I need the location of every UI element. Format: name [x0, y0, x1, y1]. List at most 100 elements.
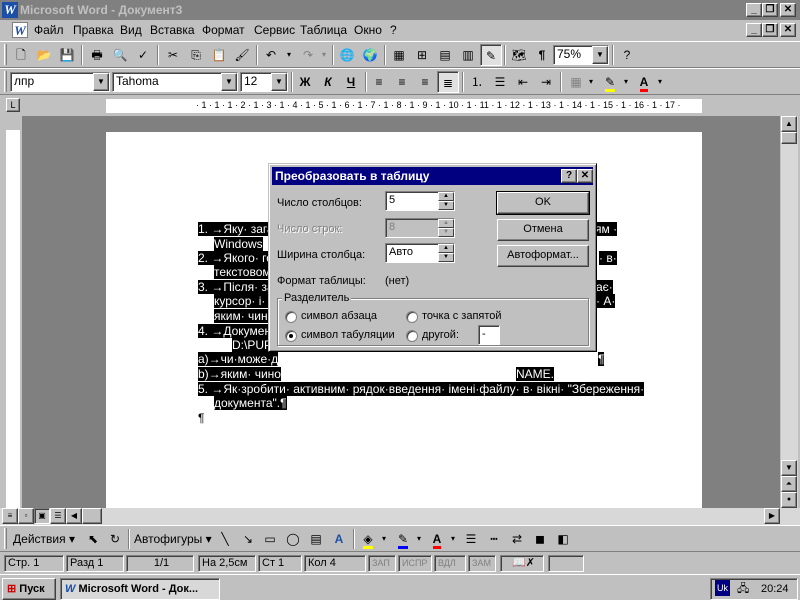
menu-insert[interactable]: Вставка [150, 23, 195, 37]
dialog-title-bar[interactable]: Преобразовать в таблицу ? ✕ [272, 167, 593, 185]
font-color-dropdown-icon[interactable]: ▾ [654, 71, 666, 93]
scroll-down-icon[interactable]: ▼ [781, 460, 797, 476]
normal-view-icon[interactable]: ≡ [2, 508, 18, 524]
size-dropdown-icon[interactable]: ▼ [271, 73, 287, 91]
highlight-dropdown-icon[interactable]: ▾ [620, 71, 632, 93]
fill-dropdown-icon[interactable]: ▾ [378, 528, 390, 550]
style-combo[interactable]: лпр ▼ [10, 72, 110, 92]
horizontal-scrollbar[interactable]: ≡ ▫ ▣ ☰ ◀ ▶ [0, 508, 800, 525]
doc-close-button[interactable]: ✕ [780, 23, 796, 37]
textbox-icon[interactable]: ▤ [305, 528, 327, 550]
align-right-icon[interactable]: ≡ [414, 71, 436, 93]
line-style-icon[interactable]: ☰ [460, 528, 482, 550]
3d-icon[interactable]: ◧ [552, 528, 574, 550]
horizontal-ruler[interactable]: · 1 · 1 · 1 · 2 · 1 · 3 · 1 · 4 · 1 · 5 … [106, 99, 702, 113]
dialog-help-button[interactable]: ? [561, 169, 577, 183]
vertical-scrollbar[interactable]: ▲ ▼ ⏶ ● [781, 116, 798, 508]
bullets-icon[interactable]: ☰ [489, 71, 511, 93]
office-assistant-icon[interactable]: ? [616, 44, 638, 66]
web-view-icon[interactable]: ▫ [18, 508, 34, 524]
paste-icon[interactable]: 📋 [208, 44, 230, 66]
doc-restore-button[interactable]: ❐ [762, 23, 778, 37]
status-ext[interactable]: ВДЛ [434, 555, 466, 572]
hscroll-thumb[interactable] [82, 508, 102, 524]
status-trk[interactable]: ИСПР [398, 555, 432, 572]
radio-tab-label[interactable]: символ табуляции [301, 329, 395, 341]
line-icon[interactable]: ╲ [214, 528, 236, 550]
font-color-icon[interactable]: A [633, 71, 655, 93]
spelling-status-icon[interactable]: 📖✗ [500, 555, 544, 572]
cancel-button[interactable]: Отмена [497, 219, 589, 241]
columns-icon[interactable]: ▥ [457, 44, 479, 66]
toolbar-grip[interactable] [4, 71, 7, 92]
prev-page-icon[interactable]: ⏶ [781, 476, 797, 492]
clock[interactable]: 20:24 [761, 579, 789, 599]
open-icon[interactable]: 📂 [33, 44, 55, 66]
drawing-icon[interactable]: ✎ [480, 44, 502, 66]
align-center-icon[interactable]: ≡ [391, 71, 413, 93]
menu-tools[interactable]: Сервис [254, 23, 295, 37]
bold-button[interactable]: Ж [294, 71, 316, 93]
oval-icon[interactable]: ◯ [282, 528, 304, 550]
page-view-icon[interactable]: ▣ [34, 508, 50, 524]
tables-borders-icon[interactable]: ▦ [388, 44, 410, 66]
web-toolbar-icon[interactable]: 🌍 [359, 44, 381, 66]
taskbar-word-button[interactable]: W Microsoft Word - Док... [60, 578, 220, 600]
insert-excel-icon[interactable]: ▤ [434, 44, 456, 66]
other-separator-input[interactable]: - [478, 325, 500, 345]
tab-selector[interactable]: L [6, 98, 20, 112]
rectangle-icon[interactable]: ▭ [259, 528, 281, 550]
radio-paragraph[interactable] [285, 311, 297, 323]
tray-icon[interactable]: 🖧 [737, 579, 749, 599]
start-button[interactable]: ⊞ Пуск [2, 578, 56, 600]
radio-tab[interactable] [285, 330, 297, 342]
spin-up-icon[interactable]: ▲ [438, 192, 454, 201]
column-width-spinner[interactable]: Авто ▲ ▼ [385, 243, 455, 263]
shadow-icon[interactable]: ◼ [529, 528, 551, 550]
menu-table[interactable]: Таблица [300, 23, 347, 37]
undo-dropdown-icon[interactable]: ▾ [283, 44, 295, 66]
line-color-icon[interactable]: ✎ [392, 528, 414, 550]
hyperlink-icon[interactable]: 🌐 [336, 44, 358, 66]
scroll-left-icon[interactable]: ◀ [66, 508, 82, 524]
arrow-style-icon[interactable]: ⇄ [506, 528, 528, 550]
cut-icon[interactable]: ✂ [162, 44, 184, 66]
status-ovr[interactable]: ЗАМ [468, 555, 496, 572]
increase-indent-icon[interactable]: ⇥ [535, 71, 557, 93]
dash-style-icon[interactable]: ┅ [483, 528, 505, 550]
decrease-indent-icon[interactable]: ⇤ [512, 71, 534, 93]
spin-down-icon[interactable]: ▼ [438, 201, 454, 210]
radio-other-label[interactable]: другой: [422, 329, 459, 341]
insert-table-icon[interactable]: ⊞ [411, 44, 433, 66]
menu-file[interactable]: Файл [34, 23, 64, 37]
close-button[interactable]: ✕ [780, 3, 796, 17]
font-size-combo[interactable]: 12 ▼ [240, 72, 288, 92]
italic-button[interactable]: К [317, 71, 339, 93]
free-rotate-icon[interactable]: ↻ [104, 528, 126, 550]
status-rec[interactable]: ЗАП [368, 555, 396, 572]
save-icon[interactable]: 💾 [56, 44, 78, 66]
format-painter-icon[interactable]: 🖌 [231, 44, 253, 66]
underline-button[interactable]: Ч [340, 71, 362, 93]
arrow-icon[interactable]: ↘ [237, 528, 259, 550]
show-hide-icon[interactable]: ¶ [531, 44, 553, 66]
autoshapes-menu[interactable]: Автофигуры ▾ [134, 528, 212, 550]
spelling-icon[interactable]: ✓ [132, 44, 154, 66]
justify-icon[interactable]: ≣ [437, 71, 459, 93]
select-objects-icon[interactable]: ⬉ [82, 528, 104, 550]
radio-semicolon[interactable] [406, 311, 418, 323]
spin-down-icon[interactable]: ▼ [438, 253, 454, 262]
align-left-icon[interactable]: ≡ [368, 71, 390, 93]
ok-button[interactable]: OK [496, 191, 590, 215]
style-dropdown-icon[interactable]: ▼ [93, 73, 109, 91]
print-icon[interactable]: 🖶 [86, 44, 108, 66]
fill-color-icon[interactable]: ◈ [357, 528, 379, 550]
radio-semicolon-label[interactable]: точка с запятой [422, 310, 502, 322]
font-dropdown-icon[interactable]: ▼ [221, 73, 237, 91]
document-icon[interactable]: W [12, 22, 28, 38]
line-color-dropdown-icon[interactable]: ▾ [413, 528, 425, 550]
undo-icon[interactable]: ↶ [260, 44, 282, 66]
scroll-up-icon[interactable]: ▲ [781, 116, 797, 132]
menu-view[interactable]: Вид [120, 23, 142, 37]
border-icon[interactable]: ▦ [565, 71, 587, 93]
